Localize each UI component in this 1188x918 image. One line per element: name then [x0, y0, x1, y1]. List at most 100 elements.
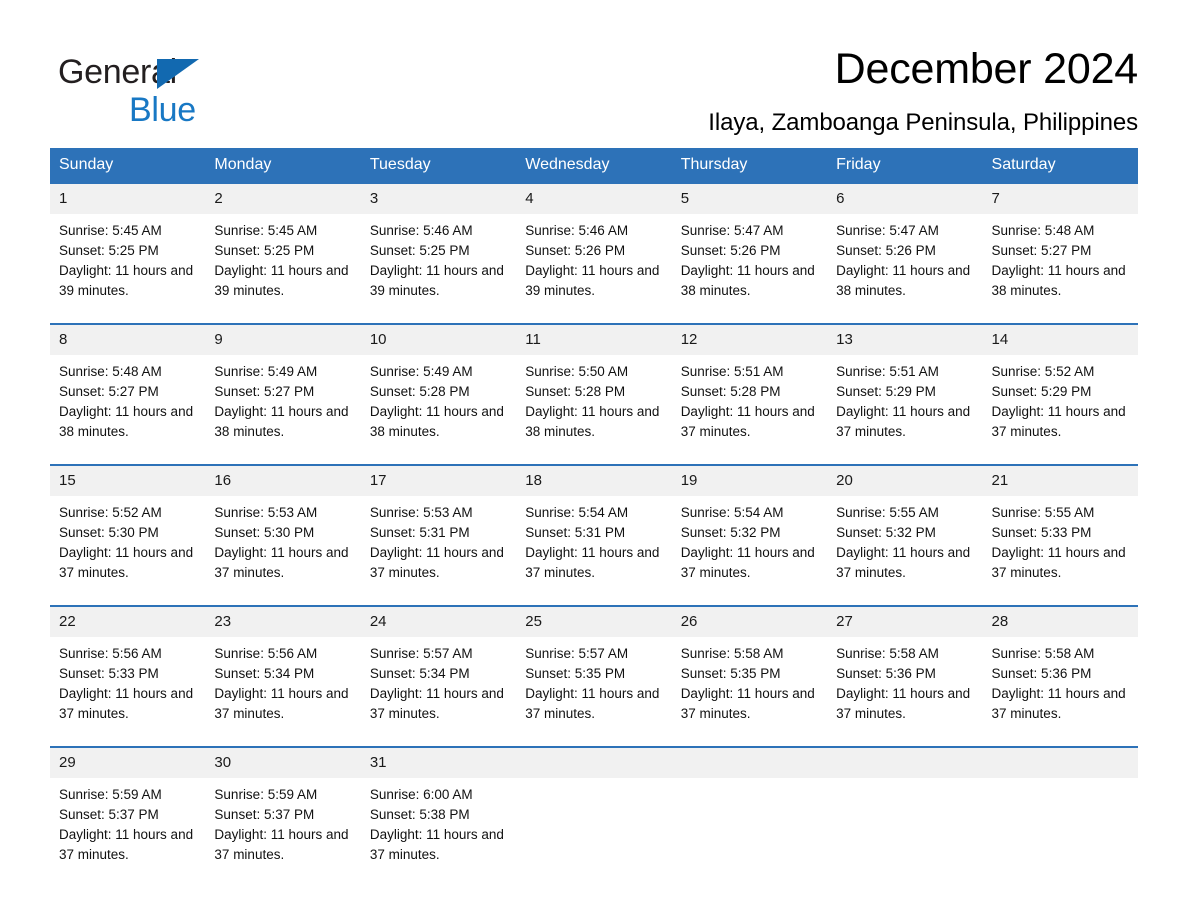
day-cell[interactable]: Sunrise: 5:46 AM Sunset: 5:25 PM Dayligh… [360, 214, 517, 310]
day-cell[interactable]: Sunrise: 5:49 AM Sunset: 5:28 PM Dayligh… [360, 355, 517, 451]
date-number[interactable]: 6 [827, 182, 983, 214]
date-number[interactable]: 20 [827, 464, 983, 496]
day-cell[interactable]: Sunrise: 5:58 AM Sunset: 5:36 PM Dayligh… [982, 637, 1138, 733]
day-cell[interactable]: Sunrise: 5:53 AM Sunset: 5:30 PM Dayligh… [205, 496, 361, 592]
sunrise-text: Sunrise: 5:58 AM [836, 646, 939, 661]
daylight-text: Daylight: 11 hours and 37 minutes. [991, 686, 1126, 721]
day-cell[interactable]: Sunrise: 5:45 AM Sunset: 5:25 PM Dayligh… [50, 214, 206, 310]
sunset-text: Sunset: 5:33 PM [991, 525, 1092, 540]
day-cell[interactable]: Sunrise: 5:51 AM Sunset: 5:28 PM Dayligh… [671, 355, 828, 451]
sunset-text: Sunset: 5:25 PM [369, 243, 470, 258]
page-subtitle: Ilaya, Zamboanga Peninsula, Philippines [708, 109, 1138, 136]
day-cell[interactable]: Sunrise: 5:49 AM Sunset: 5:27 PM Dayligh… [205, 355, 361, 451]
date-number[interactable]: 19 [671, 464, 828, 496]
day-cell[interactable]: Sunrise: 5:54 AM Sunset: 5:32 PM Dayligh… [671, 496, 828, 592]
day-cell[interactable]: Sunrise: 5:56 AM Sunset: 5:34 PM Dayligh… [205, 637, 361, 733]
day-cell[interactable]: Sunrise: 5:48 AM Sunset: 5:27 PM Dayligh… [50, 355, 206, 451]
sunset-text: Sunset: 5:29 PM [991, 384, 1092, 399]
sunrise-text: Sunrise: 5:54 AM [680, 505, 784, 520]
daylight-text: Daylight: 11 hours and 39 minutes. [525, 263, 660, 298]
day-cell[interactable]: Sunrise: 5:57 AM Sunset: 5:35 PM Dayligh… [516, 637, 672, 733]
day-cell[interactable]: Sunrise: 5:47 AM Sunset: 5:26 PM Dayligh… [671, 214, 828, 310]
day-header-monday: Monday [205, 148, 361, 183]
date-number[interactable]: 1 [50, 182, 206, 214]
sunset-text: Sunset: 5:38 PM [369, 807, 470, 822]
day-cell[interactable]: Sunrise: 5:58 AM Sunset: 5:36 PM Dayligh… [827, 637, 983, 733]
date-number[interactable]: 12 [671, 323, 828, 355]
date-number[interactable]: 4 [516, 182, 672, 214]
date-number[interactable]: 14 [982, 323, 1138, 355]
sunrise-text: Sunrise: 5:49 AM [369, 364, 473, 379]
sunrise-text: Sunrise: 5:54 AM [525, 505, 629, 520]
date-number[interactable]: 31 [360, 746, 517, 778]
day-cell[interactable]: Sunrise: 5:50 AM Sunset: 5:28 PM Dayligh… [516, 355, 672, 451]
date-number[interactable]: 27 [827, 605, 983, 637]
day-cell[interactable]: Sunrise: 5:48 AM Sunset: 5:27 PM Dayligh… [982, 214, 1138, 310]
day-cell[interactable]: Sunrise: 5:52 AM Sunset: 5:30 PM Dayligh… [50, 496, 206, 592]
day-header-sunday: Sunday [50, 148, 206, 183]
daylight-text: Daylight: 11 hours and 38 minutes. [680, 263, 815, 298]
day-cell[interactable]: Sunrise: 6:00 AM Sunset: 5:38 PM Dayligh… [360, 778, 517, 874]
date-number[interactable]: 30 [205, 746, 361, 778]
date-number[interactable]: 29 [50, 746, 206, 778]
sunset-text: Sunset: 5:34 PM [214, 666, 315, 681]
day-cell[interactable]: Sunrise: 5:56 AM Sunset: 5:33 PM Dayligh… [50, 637, 206, 733]
sunrise-text: Sunrise: 5:50 AM [525, 364, 629, 379]
date-number[interactable]: 17 [360, 464, 517, 496]
date-number[interactable]: 26 [671, 605, 828, 637]
week-gap [50, 733, 1138, 747]
sunset-text: Sunset: 5:28 PM [369, 384, 470, 399]
day-cell[interactable]: Sunrise: 5:47 AM Sunset: 5:26 PM Dayligh… [827, 214, 983, 310]
week-4-detail-row: Sunrise: 5:56 AM Sunset: 5:33 PM Dayligh… [50, 637, 1138, 733]
sunrise-text: Sunrise: 5:56 AM [59, 646, 162, 661]
date-number[interactable]: 3 [360, 182, 517, 214]
date-number[interactable]: 5 [671, 182, 828, 214]
day-cell[interactable]: Sunrise: 5:55 AM Sunset: 5:33 PM Dayligh… [982, 496, 1138, 592]
sunset-text: Sunset: 5:27 PM [991, 243, 1092, 258]
daylight-text: Daylight: 11 hours and 37 minutes. [991, 404, 1126, 439]
daylight-text: Daylight: 11 hours and 37 minutes. [525, 686, 660, 721]
day-cell[interactable]: Sunrise: 5:54 AM Sunset: 5:31 PM Dayligh… [516, 496, 672, 592]
title-block: December 2024 Ilaya, Zamboanga Peninsula… [318, 44, 1138, 138]
sunset-text: Sunset: 5:28 PM [525, 384, 626, 399]
date-number[interactable]: 2 [205, 182, 361, 214]
date-number[interactable]: 9 [205, 323, 361, 355]
date-number[interactable]: 15 [50, 464, 206, 496]
sunset-text: Sunset: 5:31 PM [369, 525, 470, 540]
day-cell[interactable]: Sunrise: 5:58 AM Sunset: 5:35 PM Dayligh… [671, 637, 828, 733]
date-number[interactable]: 28 [982, 605, 1138, 637]
day-cell[interactable]: Sunrise: 5:51 AM Sunset: 5:29 PM Dayligh… [827, 355, 983, 451]
day-cell[interactable]: Sunrise: 5:46 AM Sunset: 5:26 PM Dayligh… [516, 214, 672, 310]
sunrise-text: Sunrise: 6:00 AM [369, 787, 473, 802]
page-title: December 2024 [834, 45, 1139, 93]
day-cell[interactable]: Sunrise: 5:59 AM Sunset: 5:37 PM Dayligh… [205, 778, 361, 874]
date-number[interactable]: 8 [50, 323, 206, 355]
date-number[interactable]: 22 [50, 605, 206, 637]
date-number[interactable]: 23 [205, 605, 361, 637]
date-number[interactable]: 21 [982, 464, 1138, 496]
sunrise-text: Sunrise: 5:59 AM [59, 787, 162, 802]
daylight-text: Daylight: 11 hours and 37 minutes. [680, 686, 815, 721]
date-number[interactable]: 16 [205, 464, 361, 496]
day-cell[interactable]: Sunrise: 5:55 AM Sunset: 5:32 PM Dayligh… [827, 496, 983, 592]
date-number[interactable]: 25 [516, 605, 672, 637]
day-cell[interactable]: Sunrise: 5:53 AM Sunset: 5:31 PM Dayligh… [360, 496, 517, 592]
date-number[interactable]: 24 [360, 605, 517, 637]
day-cell[interactable]: Sunrise: 5:57 AM Sunset: 5:34 PM Dayligh… [360, 637, 517, 733]
day-cell[interactable]: Sunrise: 5:59 AM Sunset: 5:37 PM Dayligh… [50, 778, 206, 874]
date-number[interactable]: 10 [360, 323, 517, 355]
date-number[interactable]: 11 [516, 323, 672, 355]
day-cell[interactable]: Sunrise: 5:52 AM Sunset: 5:29 PM Dayligh… [982, 355, 1138, 451]
daylight-text: Daylight: 11 hours and 37 minutes. [680, 545, 815, 580]
week-2-detail-row: Sunrise: 5:48 AM Sunset: 5:27 PM Dayligh… [50, 355, 1138, 451]
week-2-date-row: 8 9 10 11 12 13 14 [50, 323, 1138, 355]
date-number-empty [516, 746, 672, 778]
day-cell[interactable]: Sunrise: 5:45 AM Sunset: 5:25 PM Dayligh… [205, 214, 361, 310]
date-number[interactable]: 13 [827, 323, 983, 355]
sunrise-text: Sunrise: 5:47 AM [680, 223, 784, 238]
date-number[interactable]: 18 [516, 464, 672, 496]
sunrise-text: Sunrise: 5:58 AM [680, 646, 784, 661]
date-number[interactable]: 7 [982, 182, 1138, 214]
daylight-text: Daylight: 11 hours and 39 minutes. [59, 263, 194, 298]
daylight-text: Daylight: 11 hours and 38 minutes. [525, 404, 660, 439]
